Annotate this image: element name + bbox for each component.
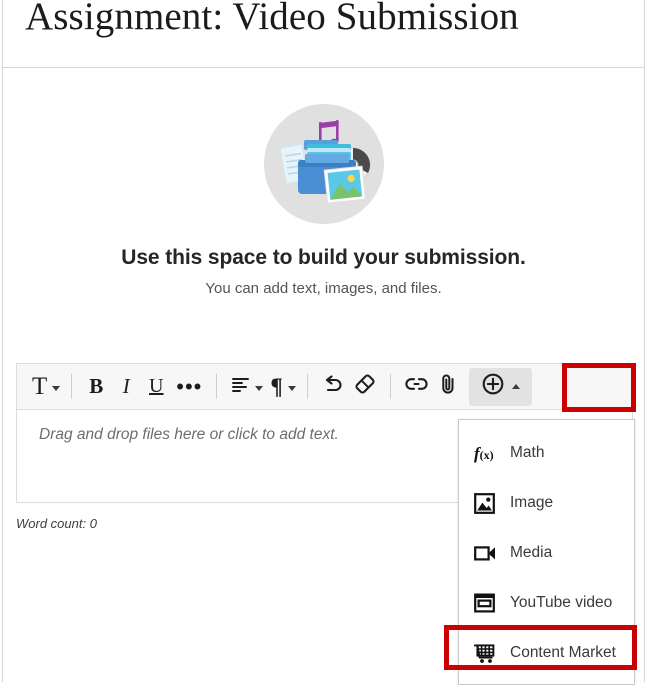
chevron-down-icon (287, 385, 296, 391)
chevron-down-icon (52, 385, 61, 391)
toolbar-paragraph-button[interactable]: ¶ (265, 370, 297, 404)
hero-heading: Use this space to build your submission. (121, 246, 526, 269)
pilcrow-icon: ¶ (270, 373, 283, 399)
chevron-up-icon (511, 384, 520, 389)
toolbar-link-button[interactable] (400, 370, 433, 404)
add-content-button[interactable] (468, 367, 532, 406)
toolbar-undo-button[interactable] (317, 370, 349, 404)
toolbar-bold-button[interactable]: B (81, 370, 111, 404)
toolbar-eraser-button[interactable] (349, 370, 381, 404)
submission-box-illustration (263, 104, 384, 224)
chevron-down-icon (255, 385, 264, 391)
word-count-label: Word count: 0 (16, 516, 97, 531)
ellipsis-icon: ••• (176, 374, 203, 399)
media-video-icon (474, 542, 498, 564)
page-title: Assignment: Video Submission (25, 0, 519, 38)
menu-item-image[interactable]: Image (459, 478, 634, 528)
toolbar-text-style-button[interactable]: T (27, 370, 62, 404)
paperclip-icon (438, 373, 458, 400)
underline-icon: U (149, 375, 164, 397)
menu-item-label: Media (510, 544, 553, 561)
eraser-icon (354, 374, 376, 399)
menu-item-content-market[interactable]: Content Market (459, 628, 634, 678)
italic-icon: I (122, 374, 130, 398)
menu-item-math[interactable]: f(x) Math (459, 428, 634, 478)
toolbar-align-button[interactable] (226, 370, 265, 404)
menu-item-label: YouTube video (510, 594, 613, 611)
menu-item-label: Math (510, 444, 545, 461)
assignment-page: Assignment: Video Submission Use this sp… (2, 0, 645, 685)
text-style-icon: T (32, 373, 48, 400)
page-header: Assignment: Video Submission (3, 0, 644, 68)
hero-subheading: You can add text, images, and files. (205, 280, 442, 297)
shopping-cart-icon (474, 642, 498, 664)
toolbar-underline-button[interactable]: U (141, 370, 171, 404)
toolbar-attachment-button[interactable] (433, 370, 463, 404)
menu-item-label: Content Market (510, 644, 616, 661)
toolbar-divider (306, 374, 308, 399)
submission-hero: Use this space to build your submission.… (3, 68, 644, 297)
menu-item-label: Image (510, 494, 554, 511)
toolbar-italic-button[interactable]: I (111, 370, 141, 404)
toolbar-more-button[interactable]: ••• (171, 370, 207, 404)
editor-placeholder: Drag and drop files here or click to add… (39, 426, 339, 443)
link-icon (405, 376, 428, 397)
menu-item-media[interactable]: Media (459, 528, 634, 578)
bold-icon: B (89, 374, 104, 398)
align-left-icon (231, 376, 250, 397)
editor-toolbar: T B I U ••• ¶ (16, 363, 633, 410)
toolbar-divider (389, 374, 391, 399)
undo-icon (322, 374, 344, 399)
math-function-icon: f(x) (474, 443, 494, 463)
youtube-window-icon (474, 592, 498, 614)
menu-item-youtube-video[interactable]: YouTube video (459, 578, 634, 628)
toolbar-divider (71, 374, 73, 399)
add-content-menu: f(x) Math Image Media YouTube video Cont… (458, 419, 635, 685)
toolbar-divider (216, 374, 218, 399)
image-icon (474, 492, 498, 514)
plus-circle-icon (481, 372, 505, 401)
